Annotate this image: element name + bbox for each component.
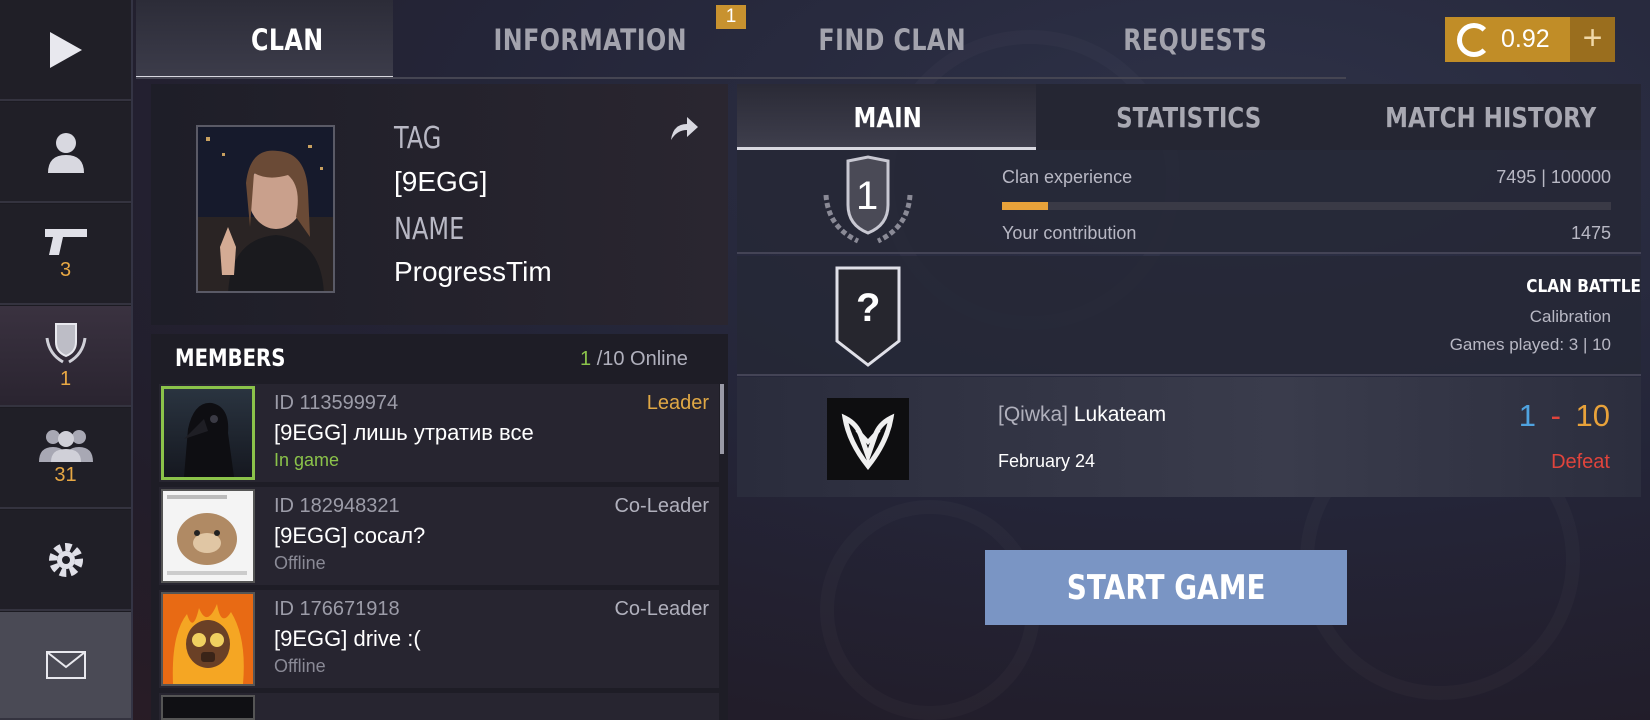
score-separator: - [1550, 398, 1561, 433]
tab-information[interactable]: INFORMATION [466, 0, 714, 79]
gold-value: 0.92 [1501, 25, 1550, 53]
right-tabs-labels: MAIN STATISTICS MATCH HISTORY [737, 84, 1641, 150]
clan-name-label: NAME [394, 212, 465, 247]
score-right: 10 [1575, 398, 1610, 433]
sidebar-item-play[interactable] [0, 0, 131, 101]
battle-rank-symbol: ? [856, 286, 881, 330]
member-name: [9EGG] drive :( [274, 626, 421, 651]
start-game-button[interactable]: START GAME [985, 550, 1347, 625]
meme-avatar-image [167, 495, 247, 575]
opponent-name: [Qiwka] Lukateam [998, 403, 1166, 427]
member-row[interactable]: ID 176671918 [9EGG] drive :( Offline Co-… [159, 590, 719, 688]
clan-shield-icon [45, 323, 86, 364]
members-scrollbar[interactable] [720, 384, 724, 454]
member-name: [9EGG] лишь утратив все [274, 420, 534, 445]
start-game-label: START GAME [1066, 567, 1266, 608]
member-row-partial[interactable] [159, 693, 719, 720]
member-avatar [161, 695, 255, 720]
members-online: 1 /10 Online [580, 348, 688, 371]
match-result: Defeat [1551, 451, 1610, 473]
clan-avatar[interactable] [196, 125, 335, 293]
sidebar-item-mail[interactable] [0, 612, 131, 720]
sidebar: 3 1 31 [0, 0, 133, 720]
tab-main[interactable]: MAIN [764, 84, 1011, 150]
clan-battle-title: CLAN BATTLE [1526, 276, 1641, 297]
clan-name: ProgressTim [394, 256, 552, 287]
tab-find-clan[interactable]: FIND CLAN [768, 0, 1016, 79]
play-icon [49, 31, 82, 68]
score-left: 1 [1518, 398, 1536, 433]
sidebar-item-friends[interactable]: 31 [0, 408, 131, 509]
contribution-label: Your contribution [1002, 223, 1137, 243]
member-name: [9EGG] сосал? [274, 523, 426, 548]
clan-battle-games: Games played: 3 | 10 [1449, 335, 1611, 354]
sidebar-item-settings[interactable] [0, 510, 131, 611]
sidebar-item-weapons[interactable]: 3 [0, 204, 131, 305]
gold-currency: 0.92 + [1445, 17, 1615, 62]
clan-experience-label: Clan experience [1002, 167, 1133, 187]
opponent-tag: [Qiwka] [998, 403, 1069, 426]
member-id: ID 176671918 [274, 598, 400, 620]
clan-experience-fill [1002, 202, 1048, 210]
sidebar-item-clan[interactable]: 1 [0, 306, 131, 407]
tab-statistics[interactable]: STATISTICS [1065, 84, 1312, 150]
clan-avatar-image [198, 127, 333, 291]
members-title: MEMBERS [175, 344, 286, 372]
match-date: February 24 [998, 451, 1096, 471]
friends-badge: 31 [54, 464, 77, 486]
clan-tag-label: TAG [394, 121, 442, 156]
gold-g-icon [1457, 22, 1491, 57]
member-avatar [161, 592, 255, 686]
opponent-team: Lukateam [1073, 403, 1167, 426]
profile-icon [47, 132, 84, 173]
online-count: 1 [580, 348, 592, 370]
sidebar-item-profile[interactable] [0, 102, 131, 203]
member-id: ID 182948321 [274, 495, 400, 517]
information-badge: 1 [716, 5, 746, 29]
online-total: /10 Online [596, 348, 688, 370]
add-gold-button[interactable]: + [1570, 17, 1615, 62]
member-avatar [161, 386, 255, 480]
member-id: ID 113599974 [274, 392, 399, 414]
member-status: In game [274, 450, 340, 470]
clan-tag: [9EGG] [394, 166, 488, 197]
opponent-logo-icon [841, 413, 895, 470]
plague-doctor-avatar-image [184, 402, 234, 477]
member-status: Offline [274, 553, 326, 573]
member-role: Co-Leader [614, 598, 709, 620]
member-status: Offline [274, 656, 326, 676]
member-row[interactable]: ID 182948321 [9EGG] сосал? Offline Co-Le… [159, 487, 719, 585]
member-role: Co-Leader [614, 495, 709, 517]
contribution-value: 1475 [1570, 223, 1611, 243]
mail-icon [45, 651, 86, 679]
tab-clan[interactable]: CLAN [163, 0, 411, 79]
fire-mask-avatar-image [172, 604, 244, 684]
pistol-icon [44, 229, 87, 255]
tab-match-history[interactable]: MATCH HISTORY [1367, 84, 1614, 150]
clan-badge: 1 [59, 368, 72, 390]
opponent-logo [827, 398, 909, 480]
match-score: 1 - 10 [1519, 398, 1610, 434]
share-icon[interactable] [669, 114, 699, 142]
clan-experience-bar [1002, 202, 1611, 210]
clan-level-value: 1 [856, 174, 879, 218]
weapons-badge: 3 [59, 259, 72, 281]
member-row[interactable]: ID 113599974 [9EGG] лишь утратив все In … [159, 384, 719, 482]
member-avatar [161, 489, 255, 583]
friends-icon [38, 430, 93, 462]
member-role: Leader [646, 392, 709, 414]
tab-requests[interactable]: REQUESTS [1071, 0, 1319, 79]
tabs-divider [136, 77, 1346, 79]
clan-experience-value: 7495 | 100000 [1496, 167, 1611, 187]
clan-battle-status: Calibration [1529, 307, 1611, 326]
gear-icon [48, 542, 83, 577]
